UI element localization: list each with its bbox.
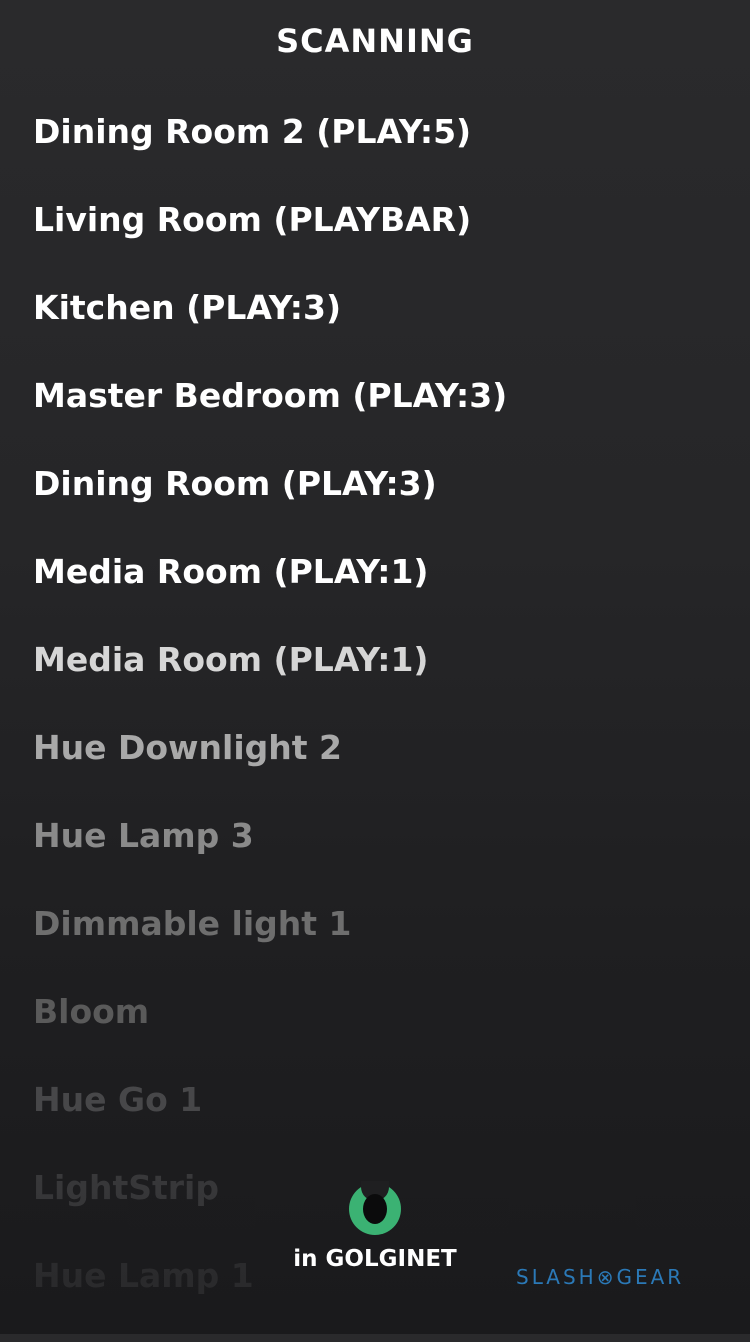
watermark-symbol-icon: ⊗: [596, 1265, 617, 1289]
device-item[interactable]: LightStrip: [33, 1166, 507, 1254]
device-list: Dining Room 2 (PLAY:5) Living Room (PLAYB…: [33, 110, 507, 1342]
device-item[interactable]: Dining Room 2 (PLAY:5): [33, 110, 507, 198]
spinner-center: [363, 1194, 387, 1224]
device-item[interactable]: Hue Go 1: [33, 1078, 507, 1166]
watermark-right: GEAR: [616, 1265, 685, 1289]
device-item[interactable]: Hue Lamp 3: [33, 814, 507, 902]
watermark-logo: SLASH⊗GEAR: [516, 1265, 684, 1289]
watermark-left: SLASH: [516, 1265, 597, 1289]
device-item[interactable]: Hue Downlight 2: [33, 726, 507, 814]
device-item[interactable]: Media Room (PLAY:1): [33, 550, 507, 638]
scanning-spinner-icon: [349, 1181, 401, 1235]
device-item[interactable]: Dimmable light 1: [33, 902, 507, 990]
device-item[interactable]: Dining Room (PLAY:3): [33, 462, 507, 550]
device-item[interactable]: Living Room (PLAYBAR): [33, 198, 507, 286]
device-item[interactable]: Master Bedroom (PLAY:3): [33, 374, 507, 462]
device-item[interactable]: Media Room (PLAY:1): [33, 638, 507, 726]
page-title: SCANNING: [276, 22, 474, 60]
device-item[interactable]: Kitchen (PLAY:3): [33, 286, 507, 374]
device-item[interactable]: Bloom: [33, 990, 507, 1078]
